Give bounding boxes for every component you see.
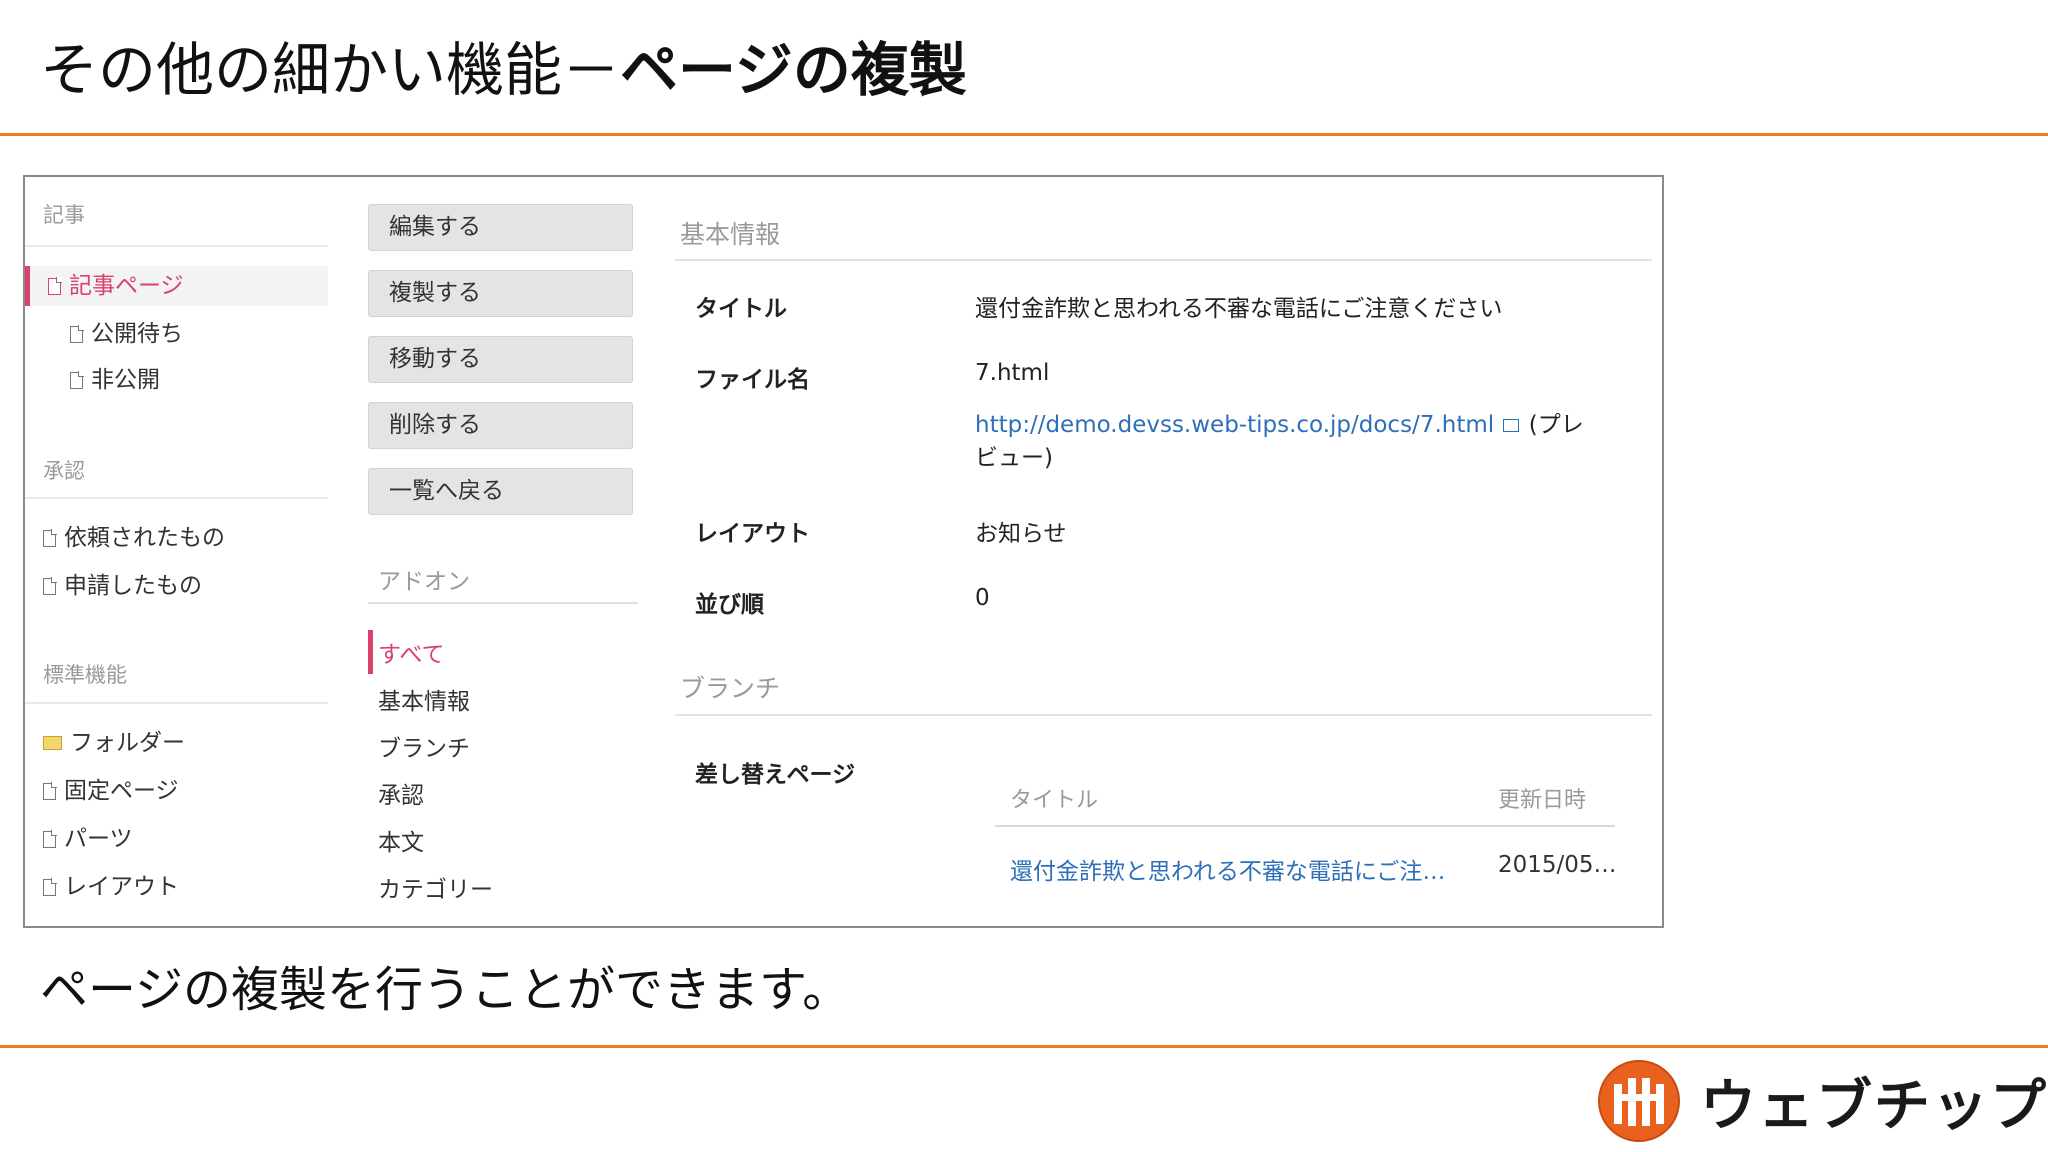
- slide-title-prefix: その他の細かい機能－: [40, 36, 621, 104]
- preview-open: (プレ: [1528, 412, 1584, 438]
- cms-screenshot: 記事 記事ページ 公開待ち 非公開 承認 依頼されたもの 申請したもの 標準機能…: [23, 175, 1664, 928]
- section-heading-branch: ブランチ: [680, 674, 781, 703]
- page-url-link[interactable]: http://demo.devss.web-tips.co.jp/docs/7.…: [975, 412, 1494, 438]
- document-icon: [48, 277, 62, 295]
- action-panel: 編集する 複製する 移動する 削除する 一覧へ戻る アドオン すべて 基本情報 …: [358, 177, 648, 926]
- field-label-order: 並び順: [695, 592, 764, 618]
- sidebar-heading-standard: 標準機能: [43, 663, 127, 687]
- replace-table-row-title[interactable]: 還付金詐欺と思われる不審な電話にご注…: [1010, 852, 1445, 886]
- sidebar-item-applied[interactable]: 申請したもの: [43, 566, 202, 606]
- document-icon: [43, 878, 57, 896]
- sidebar-item-folder[interactable]: フォルダー: [43, 723, 185, 763]
- sidebar-item-private[interactable]: 非公開: [70, 360, 160, 400]
- document-icon: [43, 830, 57, 848]
- sidebar-item-label: 記事ページ: [69, 273, 184, 299]
- external-link-icon: [1503, 419, 1520, 432]
- sidebar-item-label: 非公開: [91, 367, 160, 393]
- field-value-title: 還付金詐欺と思われる不審な電話にご注意ください: [975, 296, 1503, 322]
- sidebar-item-layout[interactable]: レイアウト: [43, 867, 179, 907]
- sidebar-item-pending[interactable]: 公開待ち: [70, 314, 183, 354]
- field-label-layout: レイアウト: [695, 521, 810, 547]
- move-button[interactable]: 移動する: [368, 336, 633, 383]
- addon-item-all[interactable]: すべて: [378, 635, 444, 669]
- sidebar-divider: [25, 245, 328, 247]
- sidebar-item-label: 申請したもの: [64, 573, 202, 599]
- replace-table-divider: [995, 825, 1615, 827]
- addon-item-body[interactable]: 本文: [378, 823, 424, 857]
- addon-active-marker: [368, 630, 373, 674]
- addon-heading: アドオン: [378, 569, 470, 595]
- sidebar-item-label: パーツ: [64, 826, 133, 852]
- sidebar-item-label: 固定ページ: [64, 778, 179, 804]
- field-label-filename: ファイル名: [695, 367, 810, 393]
- header-rule: [0, 133, 2048, 136]
- sidebar-item-label: 公開待ち: [91, 321, 183, 347]
- sidebar-item-article-pages[interactable]: 記事ページ: [25, 266, 328, 306]
- section-divider: [675, 259, 1652, 261]
- addon-item-branch[interactable]: ブランチ: [378, 729, 470, 763]
- detail-panel: 基本情報 タイトル 還付金詐欺と思われる不審な電話にご注意ください ファイル名 …: [655, 177, 1655, 926]
- addon-item-approval[interactable]: 承認: [378, 776, 424, 810]
- preview-close: ビュー): [975, 445, 1053, 471]
- field-label-title: タイトル: [695, 296, 787, 322]
- replace-table-header-updated: 更新日時: [1498, 788, 1587, 813]
- section-divider: [675, 714, 1652, 716]
- folder-icon: [43, 736, 62, 750]
- field-value-filename: 7.html: [975, 360, 1050, 386]
- company-logo: ウェブチップス: [1596, 1058, 2048, 1144]
- slide-caption: ページの複製を行うことができます。: [40, 962, 851, 1018]
- addon-item-basic-info[interactable]: 基本情報: [378, 682, 470, 716]
- sidebar-item-fixed-page[interactable]: 固定ページ: [43, 771, 179, 811]
- document-icon: [70, 325, 84, 343]
- field-value-layout: お知らせ: [975, 521, 1067, 547]
- document-icon: [70, 371, 84, 389]
- slide-title: その他の細かい機能－ページの複製: [40, 30, 967, 110]
- document-icon: [43, 577, 57, 595]
- sidebar-divider: [25, 702, 328, 704]
- footer-rule: [0, 1045, 2048, 1048]
- sidebar-item-label: レイアウト: [64, 874, 179, 900]
- sidebar-heading-articles: 記事: [43, 203, 85, 227]
- logo-mark-icon: [1598, 1060, 1680, 1142]
- sidebar-item-label: フォルダー: [70, 730, 185, 756]
- addon-item-category[interactable]: カテゴリー: [378, 870, 493, 904]
- delete-button[interactable]: 削除する: [368, 402, 633, 449]
- document-icon: [43, 529, 57, 547]
- sidebar-divider: [25, 497, 328, 499]
- replace-table-row-updated: 2015/05…: [1498, 852, 1617, 878]
- sidebar-item-parts[interactable]: パーツ: [43, 819, 133, 859]
- duplicate-button[interactable]: 複製する: [368, 270, 633, 317]
- sidebar-item-requested[interactable]: 依頼されたもの: [43, 518, 225, 558]
- sidebar: 記事 記事ページ 公開待ち 非公開 承認 依頼されたもの 申請したもの 標準機能…: [25, 177, 328, 926]
- section-heading-basic-info: 基本情報: [680, 220, 781, 249]
- sidebar-heading-approval: 承認: [43, 459, 85, 483]
- field-value-order: 0: [975, 585, 990, 611]
- addon-divider: [368, 602, 638, 604]
- slide-title-bold: ページの複製: [620, 36, 967, 104]
- field-label-replace-page: 差し替えページ: [695, 762, 856, 788]
- replace-table-header-title: タイトル: [1010, 788, 1099, 813]
- preview-link[interactable]: http://demo.devss.web-tips.co.jp/docs/7.…: [975, 409, 1595, 475]
- logo-text: ウェブチップス: [1700, 1073, 2048, 1139]
- document-icon: [43, 782, 57, 800]
- sidebar-item-label: 依頼されたもの: [64, 525, 225, 551]
- edit-button[interactable]: 編集する: [368, 204, 633, 251]
- back-to-list-button[interactable]: 一覧へ戻る: [368, 468, 633, 515]
